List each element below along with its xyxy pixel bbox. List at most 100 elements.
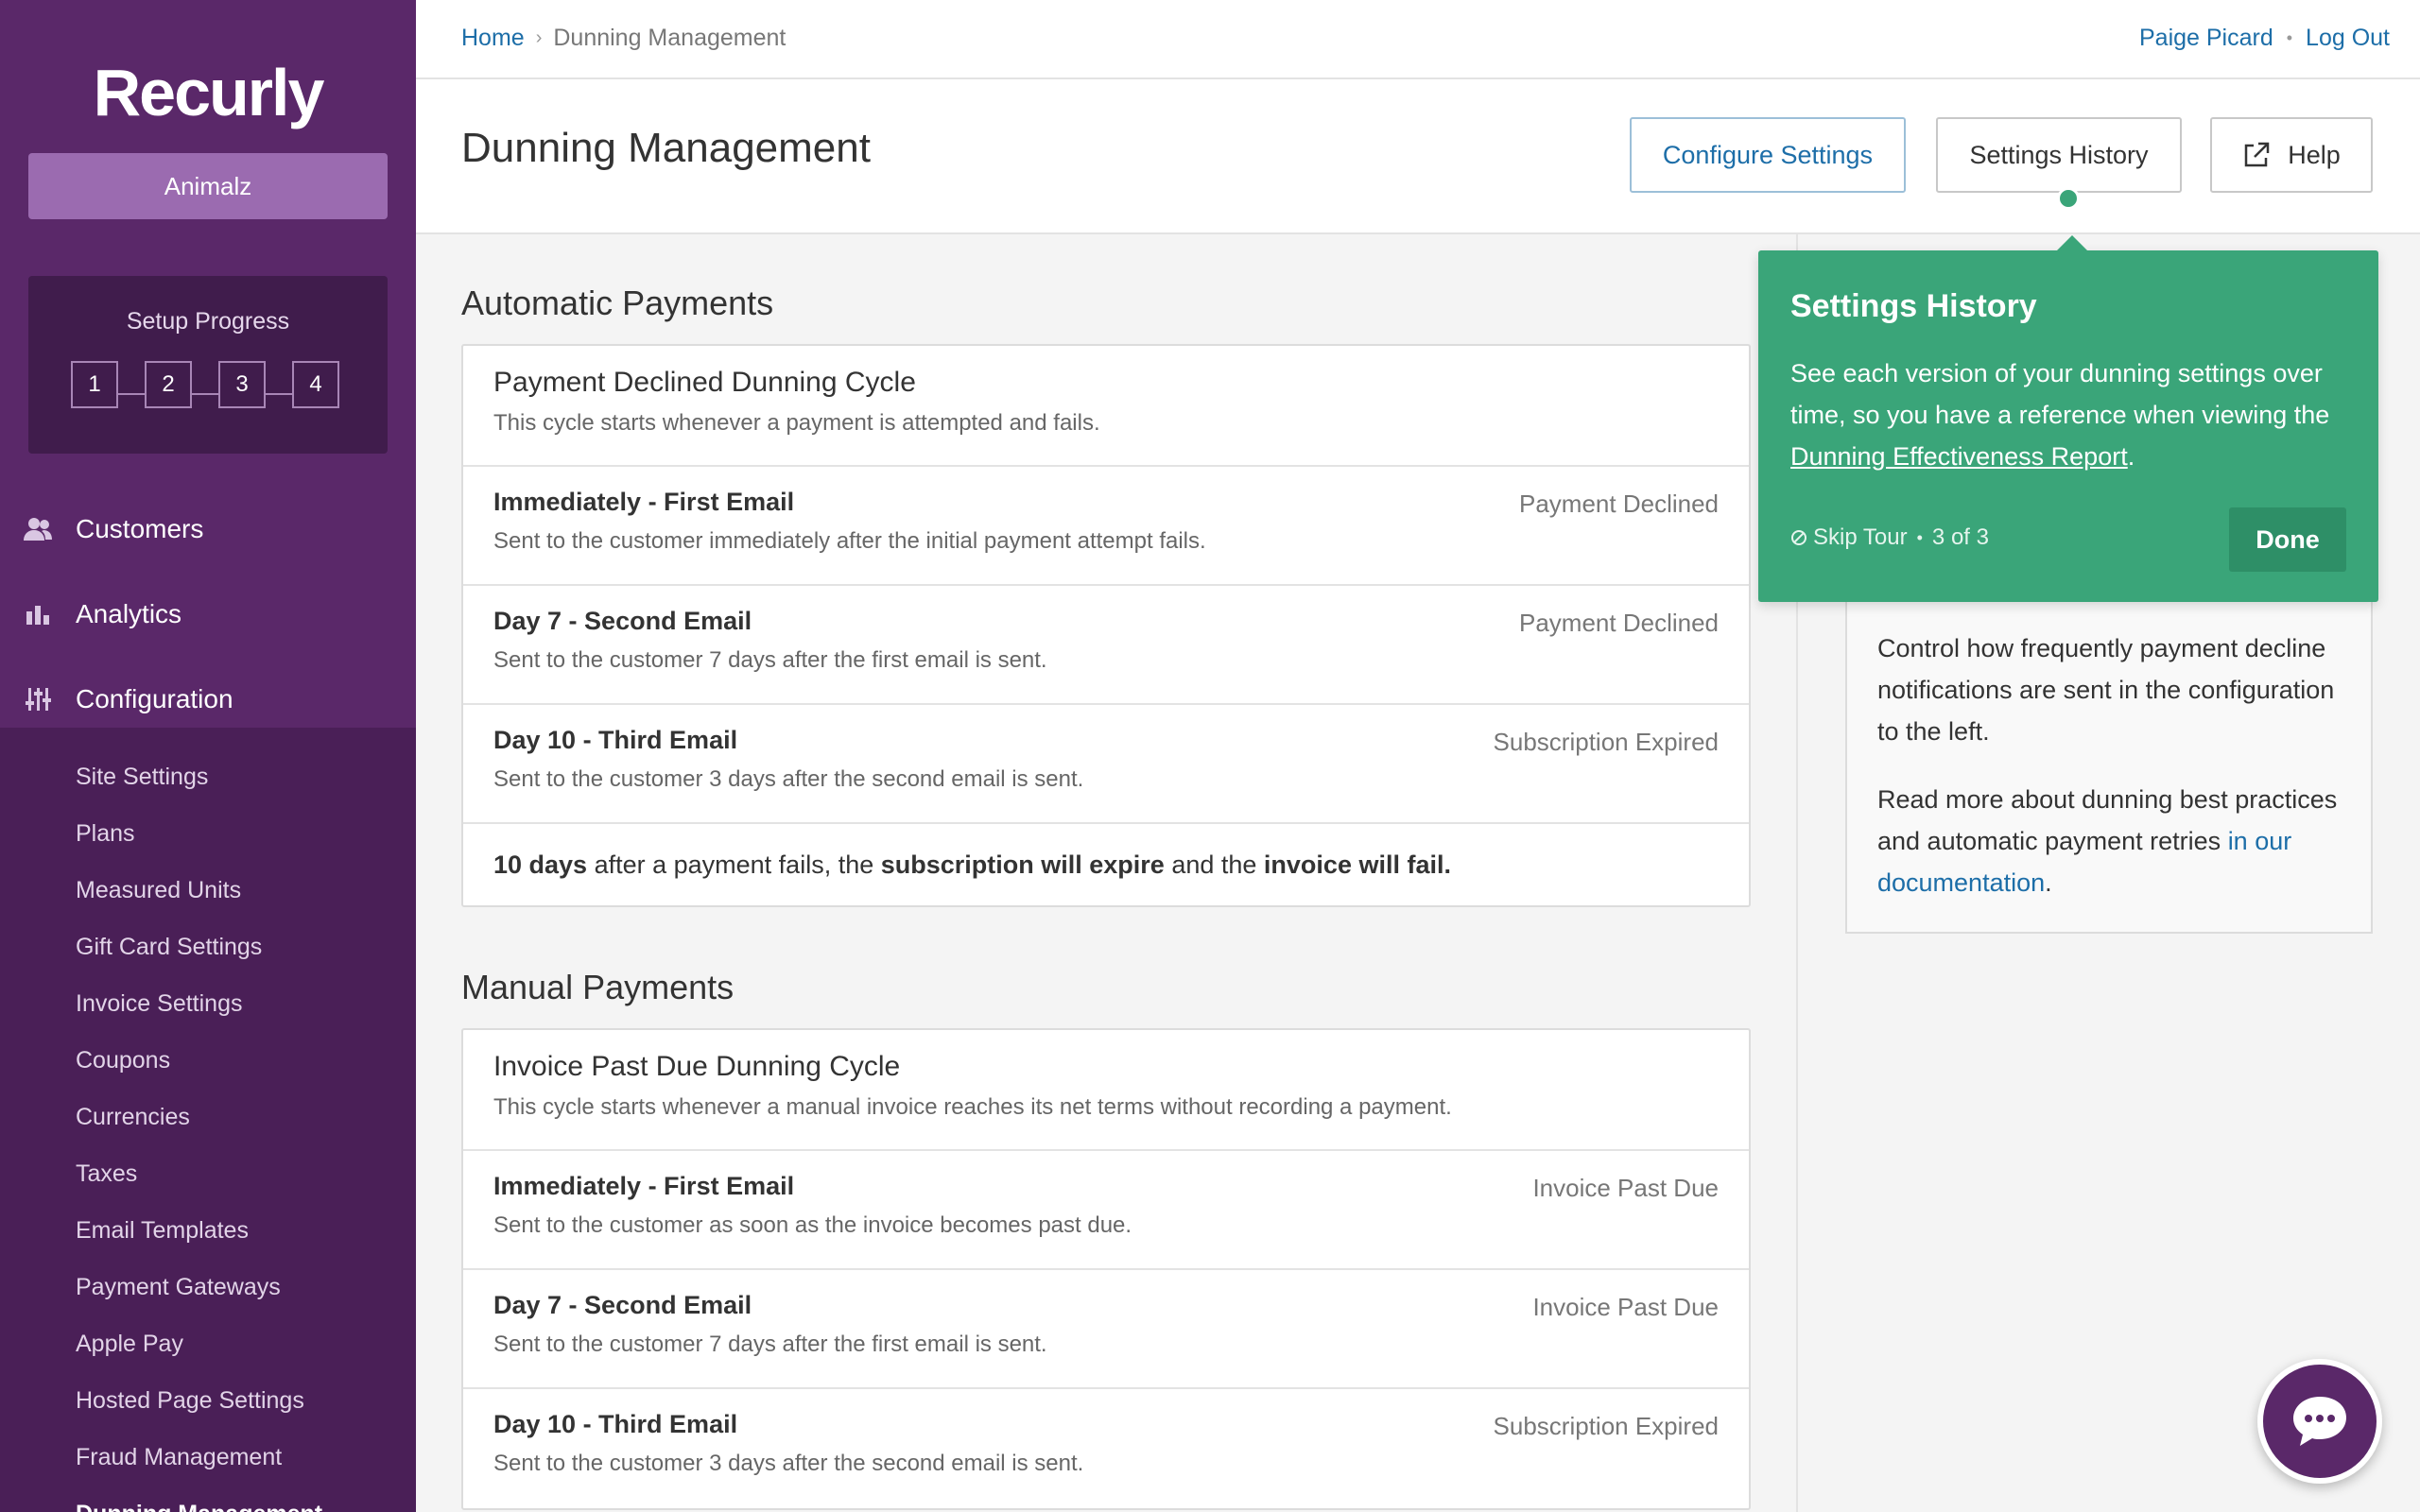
email-description: Sent to the customer 3 days after the se… bbox=[493, 1451, 1084, 1476]
configuration-icon bbox=[23, 684, 53, 714]
logout-link[interactable]: Log Out bbox=[2306, 25, 2390, 52]
chat-launcher-button[interactable] bbox=[2257, 1359, 2382, 1484]
nav-label: Analytics bbox=[76, 599, 182, 628]
email-row: Day 7 - Second Email Sent to the custome… bbox=[463, 1270, 1749, 1389]
help-label: Help bbox=[2288, 140, 2341, 169]
setup-step-1[interactable]: 1 bbox=[71, 361, 118, 408]
breadcrumb-current: Dunning Management bbox=[553, 25, 786, 51]
email-status: Payment Declined bbox=[1519, 490, 1719, 518]
nav-item-analytics[interactable]: Analytics bbox=[0, 572, 416, 657]
tour-title: Settings History bbox=[1790, 288, 2037, 324]
email-description: Sent to the customer immediately after t… bbox=[493, 528, 1206, 554]
cycle-title: Invoice Past Due Dunning Cycle bbox=[493, 1051, 901, 1082]
main-nav: Customers Analytics Configuration bbox=[0, 487, 416, 742]
info-text-end: . bbox=[2045, 868, 2052, 897]
summary-fail: invoice will fail. bbox=[1263, 850, 1451, 879]
manual-payments-title: Manual Payments bbox=[461, 968, 735, 1006]
info-text: Read more about dunning best practices a… bbox=[1877, 779, 2341, 903]
subnav-currencies[interactable]: Currencies bbox=[0, 1089, 416, 1145]
email-status: Subscription Expired bbox=[1493, 1412, 1719, 1440]
email-description: Sent to the customer 3 days after the se… bbox=[493, 766, 1084, 792]
dunning-report-link[interactable]: Dunning Effectiveness Report bbox=[1790, 442, 2128, 471]
subnav-fraud-management[interactable]: Fraud Management bbox=[0, 1429, 416, 1486]
tooltip-arrow bbox=[2055, 235, 2089, 252]
tour-body-end: . bbox=[2127, 442, 2135, 471]
subnav-site-settings[interactable]: Site Settings bbox=[0, 748, 416, 805]
email-row: Day 10 - Third Email Sent to the custome… bbox=[463, 1389, 1749, 1508]
subnav-coupons[interactable]: Coupons bbox=[0, 1032, 416, 1089]
email-status: Subscription Expired bbox=[1493, 728, 1719, 756]
setup-step-4[interactable]: 4 bbox=[292, 361, 339, 408]
page-title: Dunning Management bbox=[461, 125, 871, 171]
subnav-apple-pay[interactable]: Apple Pay bbox=[0, 1315, 416, 1372]
summary-expire: subscription will expire bbox=[880, 850, 1165, 879]
setup-progress-title: Setup Progress bbox=[126, 308, 290, 335]
cycle-description: This cycle starts whenever a manual invo… bbox=[493, 1094, 1452, 1120]
logo[interactable]: Recurly bbox=[0, 55, 416, 130]
chevron-right-icon: › bbox=[535, 27, 543, 48]
main-content: Automatic Payments Payment Declined Dunn… bbox=[461, 284, 1751, 1512]
configuration-subnav: Site Settings Plans Measured Units Gift … bbox=[0, 728, 416, 1512]
chat-icon bbox=[2290, 1393, 2350, 1450]
summary-text: and the bbox=[1164, 850, 1264, 879]
setup-step-2[interactable]: 2 bbox=[145, 361, 192, 408]
skip-icon bbox=[1790, 529, 1807, 546]
email-row: Day 7 - Second Email Sent to the custome… bbox=[463, 586, 1749, 705]
subnav-hosted-page-settings[interactable]: Hosted Page Settings bbox=[0, 1372, 416, 1429]
subnav-dunning-management[interactable]: Dunning Management bbox=[0, 1486, 416, 1512]
dot-separator: • bbox=[1916, 527, 1923, 547]
configure-settings-button[interactable]: Configure Settings bbox=[1630, 117, 1906, 193]
email-status: Invoice Past Due bbox=[1532, 1293, 1719, 1321]
page-header: Dunning Management Configure Settings Se… bbox=[416, 79, 2420, 234]
cycle-description: This cycle starts whenever a payment is … bbox=[493, 410, 1100, 436]
automatic-payments-title: Automatic Payments bbox=[461, 284, 774, 322]
email-row: Immediately - First Email Sent to the cu… bbox=[463, 1151, 1749, 1270]
settings-history-button[interactable]: Settings History bbox=[1936, 117, 2182, 193]
setup-step-3[interactable]: 3 bbox=[218, 361, 266, 408]
tour-footer: Skip Tour • 3 of 3 bbox=[1790, 524, 1989, 551]
summary-days: 10 days bbox=[493, 850, 588, 879]
cycle-title: Payment Declined Dunning Cycle bbox=[493, 367, 916, 398]
top-bar: Home › Dunning Management Paige Picard •… bbox=[416, 0, 2420, 79]
email-description: Sent to the customer 7 days after the fi… bbox=[493, 647, 1047, 673]
tour-body-text: See each version of your dunning setting… bbox=[1790, 359, 2330, 429]
subnav-gift-card-settings[interactable]: Gift Card Settings bbox=[0, 919, 416, 975]
help-button[interactable]: Help bbox=[2210, 117, 2373, 193]
email-row: Immediately - First Email Sent to the cu… bbox=[463, 467, 1749, 586]
subnav-measured-units[interactable]: Measured Units bbox=[0, 862, 416, 919]
step-separator bbox=[192, 393, 218, 395]
email-status: Payment Declined bbox=[1519, 609, 1719, 637]
cycle-header: Invoice Past Due Dunning Cycle This cycl… bbox=[463, 1030, 1749, 1151]
email-status: Invoice Past Due bbox=[1532, 1174, 1719, 1202]
summary-text: after a payment fails, the bbox=[587, 850, 881, 879]
cycle-summary: 10 days after a payment fails, the subsc… bbox=[463, 824, 1749, 905]
breadcrumb: Home › Dunning Management bbox=[461, 25, 786, 52]
manual-payments-card: Invoice Past Due Dunning Cycle This cycl… bbox=[461, 1028, 1751, 1510]
info-text: Control how frequently payment decline n… bbox=[1877, 634, 2335, 746]
user-name-link[interactable]: Paige Picard bbox=[2139, 25, 2273, 52]
setup-steps: 1 2 3 4 bbox=[71, 361, 339, 408]
step-separator bbox=[118, 393, 145, 395]
subnav-payment-gateways[interactable]: Payment Gateways bbox=[0, 1259, 416, 1315]
user-links: Paige Picard • Log Out bbox=[2139, 25, 2390, 52]
subnav-taxes[interactable]: Taxes bbox=[0, 1145, 416, 1202]
tour-beacon[interactable] bbox=[2057, 187, 2080, 210]
subnav-email-templates[interactable]: Email Templates bbox=[0, 1202, 416, 1259]
nav-item-customers[interactable]: Customers bbox=[0, 487, 416, 572]
setup-progress[interactable]: Setup Progress 1 2 3 4 bbox=[28, 276, 388, 454]
tour-tooltip: Settings History See each version of you… bbox=[1758, 235, 2378, 602]
subnav-plans[interactable]: Plans bbox=[0, 805, 416, 862]
tour-done-button[interactable]: Done bbox=[2229, 507, 2346, 572]
automatic-payments-card: Payment Declined Dunning Cycle This cycl… bbox=[461, 344, 1751, 907]
nav-label: Customers bbox=[76, 514, 204, 543]
subnav-invoice-settings[interactable]: Invoice Settings bbox=[0, 975, 416, 1032]
customers-icon bbox=[23, 514, 53, 544]
cycle-header: Payment Declined Dunning Cycle This cycl… bbox=[463, 346, 1749, 467]
sidebar: Recurly Animalz Setup Progress 1 2 3 4 C… bbox=[0, 0, 416, 1512]
skip-tour-link[interactable]: Skip Tour bbox=[1813, 524, 1908, 551]
tour-body: See each version of your dunning setting… bbox=[1790, 352, 2348, 477]
breadcrumb-home-link[interactable]: Home bbox=[461, 25, 525, 52]
email-description: Sent to the customer as soon as the invo… bbox=[493, 1212, 1132, 1238]
tour-progress: 3 of 3 bbox=[1931, 524, 1989, 550]
account-switcher-button[interactable]: Animalz bbox=[28, 153, 388, 219]
